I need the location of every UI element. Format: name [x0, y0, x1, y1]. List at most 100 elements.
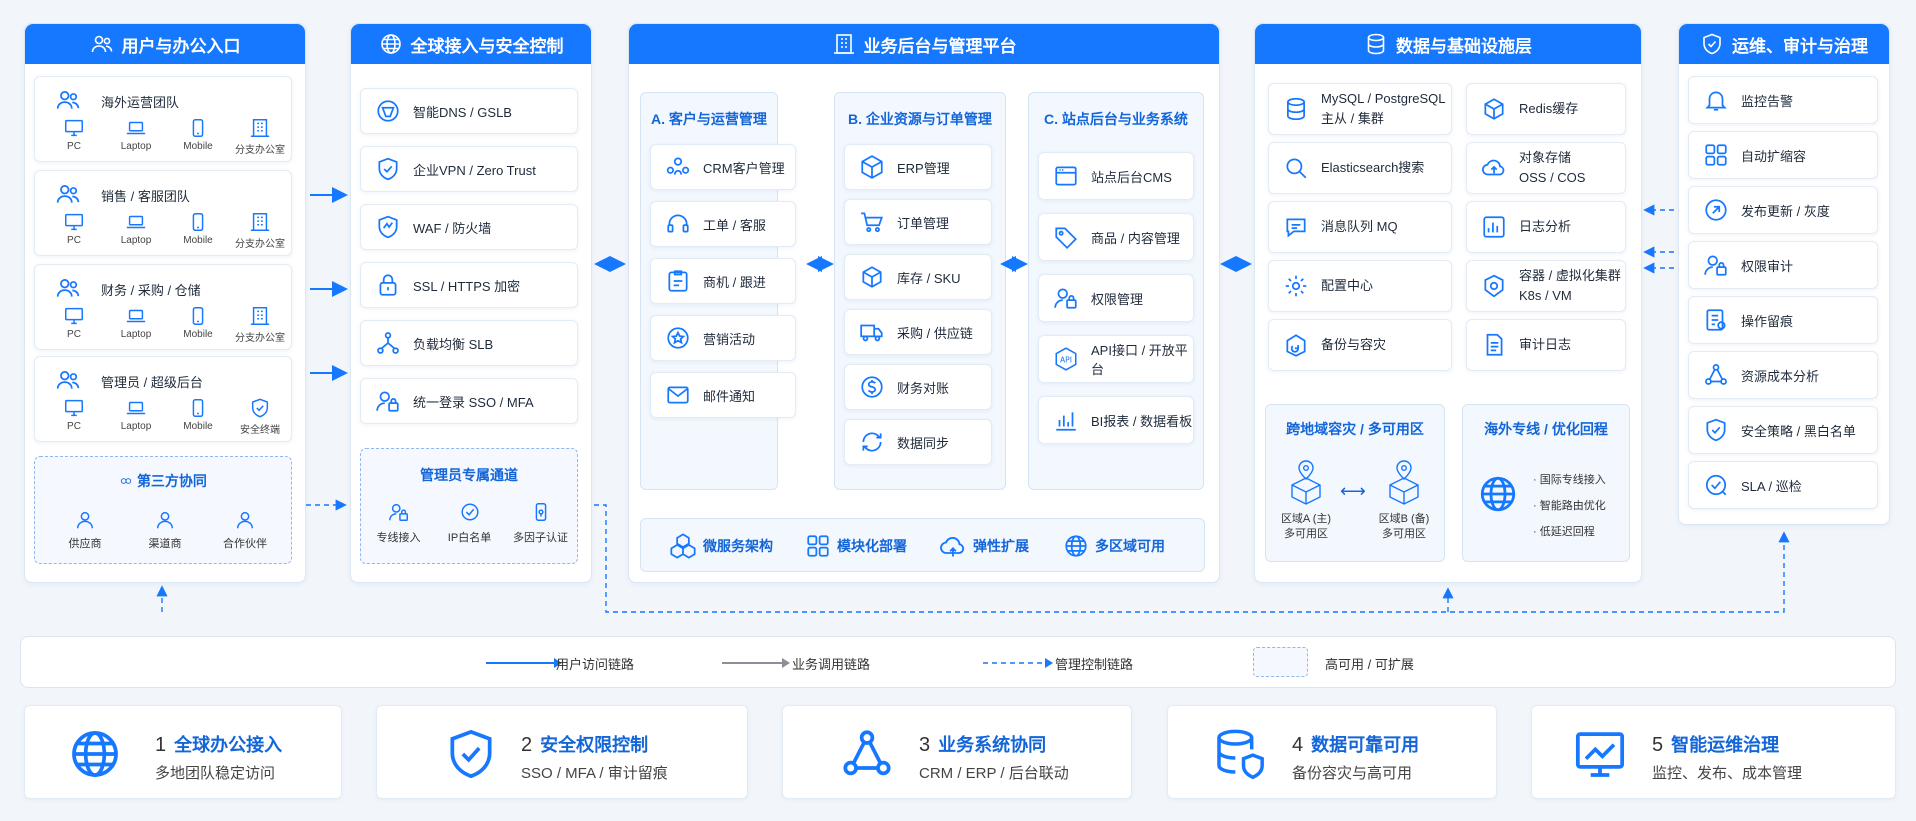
globe-shield-icon — [379, 32, 403, 56]
mobile-icon — [187, 397, 209, 419]
infra-item: 审计日志 — [1466, 319, 1626, 371]
search-icon — [1283, 155, 1309, 181]
mail-icon — [665, 382, 691, 408]
feature-subtitle: 备份容灾与高可用 — [1292, 765, 1413, 782]
building-icon — [249, 211, 271, 233]
dr-title: 跨地域容灾 / 多可用区 — [1286, 421, 1424, 437]
legend-blue-arrow — [486, 658, 562, 668]
card-label: 营销活动 — [703, 331, 756, 347]
pc-icon — [63, 397, 85, 419]
partner-ally: 合作伙伴 — [205, 509, 285, 551]
cubes-icon — [669, 532, 697, 560]
sub-b-item: 数据同步 — [844, 419, 992, 465]
laptop-icon — [125, 211, 147, 233]
access-item: 智能DNS / GSLB — [360, 88, 578, 134]
cart-icon — [859, 209, 885, 235]
users-icon — [55, 87, 81, 113]
arch-multiregion: 多区域可用 — [1063, 532, 1193, 560]
business-platform-header: 业务后台与管理平台 — [629, 24, 1219, 64]
access-item: 统一登录 SSO / MFA — [360, 378, 578, 424]
link-icon — [119, 474, 133, 488]
infra-item: 日志分析 — [1466, 201, 1626, 253]
arch-elastic: 弹性扩展 — [939, 532, 1063, 560]
infra-item: 消息队列 MQ — [1268, 201, 1452, 253]
card-label: 负载均衡 SLB — [413, 336, 494, 352]
trend-monitor-icon — [1572, 726, 1628, 782]
dns-globe-icon — [375, 98, 401, 124]
security-policy-icon — [1703, 417, 1729, 443]
infra-item: Elasticsearch搜索 — [1268, 142, 1452, 194]
mobile-icon — [187, 117, 209, 139]
message-queue-icon — [1283, 214, 1309, 240]
database-icon — [1283, 96, 1309, 122]
users-icon — [55, 181, 81, 207]
user-entry-title: 用户与办公入口 — [121, 36, 241, 56]
device-item: Mobile — [167, 117, 229, 156]
card-label: 邮件通知 — [703, 388, 756, 404]
feature-title: 1 全球办公接入 — [155, 734, 283, 756]
cloud-icon — [939, 532, 967, 560]
device-item: Laptop — [105, 305, 167, 344]
overseas-line-title: 海外专线 / 优化回程 — [1484, 421, 1608, 437]
device-item: PC — [43, 397, 105, 436]
network-icon — [839, 726, 895, 782]
card-label: 审计日志 — [1519, 337, 1572, 352]
audit-log-icon — [1481, 332, 1507, 358]
ops-item: 监控告警 — [1688, 76, 1878, 124]
card-label: 商机 / 跟进 — [703, 274, 766, 290]
object-storage-icon — [1481, 155, 1507, 181]
card-label: 智能DNS / GSLB — [413, 104, 512, 120]
feature-card-3: 3 业务系统协同 CRM / ERP / 后台联动 — [782, 705, 1132, 799]
feature-subtitle: 监控、发布、成本管理 — [1652, 765, 1803, 782]
feature-title: 5 智能运维治理 — [1652, 734, 1780, 756]
mobile-icon — [187, 211, 209, 233]
infra-item: 对象存储 OSS / COS — [1466, 142, 1626, 194]
card-label: CRM客户管理 — [703, 160, 785, 176]
card-label: 企业VPN / Zero Trust — [413, 162, 536, 178]
card-label: 权限管理 — [1091, 291, 1144, 307]
users-icon — [90, 32, 114, 56]
card-label: SSL / HTTPS 加密 — [413, 278, 521, 294]
legend-ha-box — [1253, 647, 1308, 677]
clipboard-icon — [665, 268, 691, 294]
subpanel-b-title: B. 企业资源与订单管理 — [848, 111, 992, 127]
globe-icon — [1063, 533, 1089, 559]
device-item: Mobile — [167, 397, 229, 436]
truck-icon — [859, 319, 885, 345]
release-icon — [1703, 197, 1729, 223]
sub-c-item: 商品 / 内容管理 — [1038, 213, 1194, 261]
cms-icon — [1053, 163, 1079, 189]
user-group-title: 管理员 / 超级后台 — [101, 375, 203, 390]
arch-microservice: 微服务架构 — [669, 532, 805, 560]
pc-icon — [63, 117, 85, 139]
admin-dedicated-line: 专线接入 — [363, 501, 434, 545]
ops-governance-header: 运维、审计与治理 — [1679, 24, 1889, 64]
cost-analysis-icon — [1703, 362, 1729, 388]
card-label: WAF / 防火墙 — [413, 220, 492, 236]
globe-icon — [1477, 473, 1519, 515]
infra-item: Redis缓存 — [1466, 83, 1626, 135]
card-label: 站点后台CMS — [1091, 169, 1172, 185]
user-icon — [234, 509, 256, 531]
card-label: 数据同步 — [897, 435, 950, 451]
device-item: 分支办公室 — [229, 211, 291, 250]
user-entry-header: 用户与办公入口 — [25, 24, 305, 64]
user-group-title: 财务 / 采购 / 仓储 — [101, 283, 201, 298]
device-item: PC — [43, 211, 105, 250]
sub-c-item: 站点后台CMS — [1038, 152, 1194, 200]
card-label: 监控告警 — [1741, 93, 1794, 109]
zone-a: 区域A (主) 多可用区 — [1278, 459, 1334, 542]
card-label: 自动扩缩容 — [1741, 148, 1807, 164]
user-icon — [74, 509, 96, 531]
shield-icon — [375, 156, 401, 182]
campaign-icon — [665, 325, 691, 351]
api-icon — [1053, 346, 1079, 372]
admin-channel-box: 管理员专属通道 专线接入 IP白名单 多因子认证 — [360, 448, 578, 564]
location-pin-icon — [1389, 460, 1419, 505]
ops-item: 操作留痕 — [1688, 296, 1878, 344]
building-icon — [832, 32, 856, 56]
card-label: 安全策略 / 黑白名单 — [1741, 423, 1856, 439]
crm-icon — [665, 154, 691, 180]
sub-b-item: 库存 / SKU — [844, 254, 992, 300]
building-icon — [249, 117, 271, 139]
